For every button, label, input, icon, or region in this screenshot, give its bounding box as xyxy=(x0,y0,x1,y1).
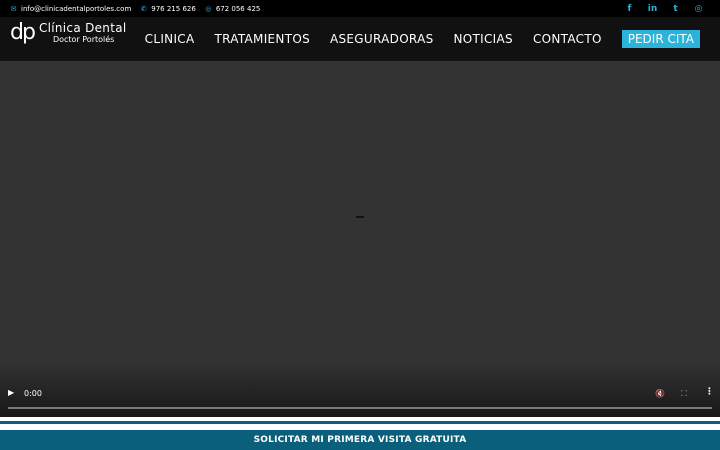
nav-item-contacto[interactable]: CONTACTO xyxy=(533,32,602,46)
play-icon[interactable]: ▶ xyxy=(8,388,14,397)
contact-info: ✉ info@clinicadentalportoles.com ✆ 976 2… xyxy=(10,5,269,13)
email-link[interactable]: ✉ info@clinicadentalportoles.com xyxy=(10,4,132,13)
instagram-icon[interactable]: ◎ xyxy=(687,4,710,14)
divider-line xyxy=(0,421,720,424)
nav-item-tratamientos[interactable]: TRATAMIENTOS xyxy=(214,32,310,46)
nav-item-clinica[interactable]: CLINICA xyxy=(145,32,195,46)
mute-icon[interactable]: 🔇 xyxy=(655,389,665,398)
logo-line-2: Doctor Portolés xyxy=(52,35,115,44)
page: ✉ info@clinicadentalportoles.com ✆ 976 2… xyxy=(0,0,720,450)
site-header: dp Clínica Dental Doctor Portolés CLINIC… xyxy=(0,17,720,61)
nav-item-aseguradoras[interactable]: ASEGURADORAS xyxy=(330,32,434,46)
phone-text: 976 215 626 xyxy=(151,4,196,13)
facebook-icon[interactable]: f xyxy=(618,4,641,14)
nav-item-noticias[interactable]: NOTICIAS xyxy=(454,32,513,46)
email-text: info@clinicadentalportoles.com xyxy=(21,4,132,13)
twitter-icon[interactable]: t xyxy=(664,4,687,14)
loading-indicator xyxy=(356,216,364,218)
divider-stripes xyxy=(0,417,720,430)
logo-line-1: Clínica Dental xyxy=(38,21,127,35)
whatsapp-text: 672 056 425 xyxy=(215,4,261,13)
whatsapp-icon: ◎ xyxy=(205,4,212,13)
top-info-bar: ✉ info@clinicadentalportoles.com ✆ 976 2… xyxy=(0,0,720,17)
video-progress-bar[interactable] xyxy=(8,407,712,409)
whatsapp-link[interactable]: ◎ 672 056 425 xyxy=(205,4,261,13)
logo-mark: dp xyxy=(10,20,36,45)
linkedin-icon[interactable]: in xyxy=(641,4,664,14)
logo-text: Clínica Dental Doctor Portolés xyxy=(39,22,127,44)
free-visit-button[interactable]: SOLICITAR MI PRIMERA VISITA GRATUITA xyxy=(0,430,720,450)
video-time: 0:00 xyxy=(24,389,42,398)
video-player[interactable]: ▶ 0:00 🔇 ⛶ ⋮ xyxy=(0,61,720,417)
phone-link[interactable]: ✆ 976 215 626 xyxy=(140,5,196,13)
phone-icon: ✆ xyxy=(140,4,147,13)
social-links: f in t ◎ xyxy=(618,0,720,17)
pedir-cita-button[interactable]: PEDIR CITA xyxy=(621,30,700,48)
more-options-icon[interactable]: ⋮ xyxy=(705,387,714,397)
fullscreen-icon[interactable]: ⛶ xyxy=(681,389,687,399)
logo[interactable]: dp Clínica Dental Doctor Portolés xyxy=(10,22,127,44)
envelope-icon: ✉ xyxy=(10,4,17,13)
main-nav: CLINICA TRATAMIENTOS ASEGURADORAS NOTICI… xyxy=(125,17,700,61)
